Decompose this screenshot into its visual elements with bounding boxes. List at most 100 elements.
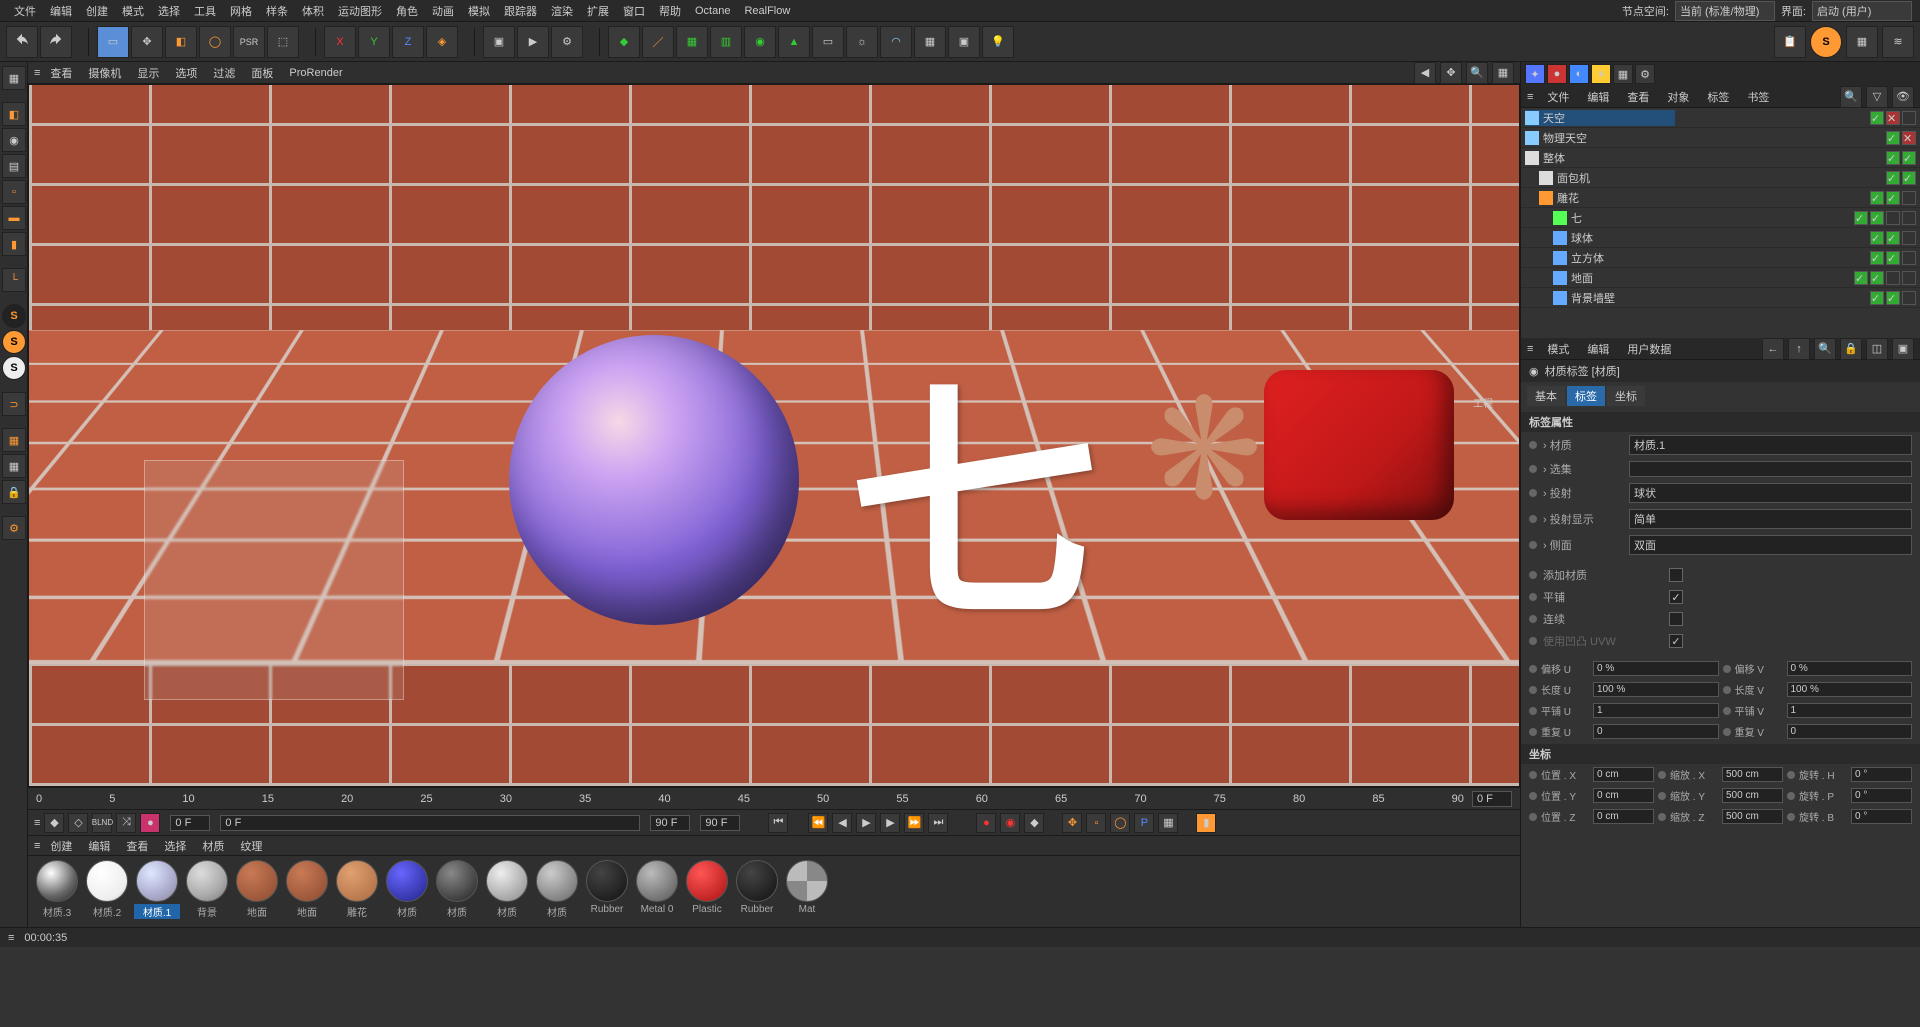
- material-swatch[interactable]: 材质.2: [84, 860, 130, 919]
- om-tag-c[interactable]: ✓: [1902, 171, 1916, 185]
- menu-文件[interactable]: 文件: [8, 1, 42, 21]
- hamburger-icon[interactable]: ≡: [1527, 343, 1533, 355]
- add-generator-button[interactable]: ▦: [676, 26, 708, 58]
- play-button[interactable]: ▶: [856, 813, 876, 833]
- attr-tab-坐标[interactable]: 坐标: [1607, 386, 1645, 406]
- om-tag-m2[interactable]: [1902, 271, 1916, 285]
- material-swatch[interactable]: 雕花: [334, 860, 380, 919]
- attr-value-投射显示[interactable]: 简单: [1629, 509, 1912, 529]
- om-tag-v[interactable]: ✓: [1854, 271, 1868, 285]
- workplane-button[interactable]: ▤: [2, 154, 26, 178]
- grid2-button[interactable]: ▦: [2, 454, 26, 478]
- s-button-1[interactable]: S: [2, 304, 26, 328]
- attr-new-icon[interactable]: ◫: [1866, 338, 1888, 360]
- menu-跟踪器[interactable]: 跟踪器: [498, 1, 543, 21]
- om-tag-c[interactable]: ✓: [1870, 211, 1884, 225]
- add-light-button[interactable]: ☼: [846, 26, 878, 58]
- hamburger-icon[interactable]: ≡: [8, 932, 14, 944]
- edge-mode-button[interactable]: ▬: [2, 206, 26, 230]
- add-field-button[interactable]: ◉: [744, 26, 776, 58]
- om-tag-v[interactable]: ✓: [1886, 131, 1900, 145]
- om-row[interactable]: 面包机✓✓: [1521, 168, 1920, 188]
- record-button[interactable]: ●: [140, 813, 160, 833]
- field-长度 U[interactable]: 100 %: [1593, 682, 1719, 697]
- field-缩放 . Z[interactable]: 500 cm: [1722, 809, 1783, 824]
- add-deformer-button[interactable]: ▥: [710, 26, 742, 58]
- redo-button[interactable]: [40, 26, 72, 58]
- material-swatch[interactable]: 材质.1: [134, 860, 180, 919]
- toggle-light-button[interactable]: 💡: [982, 26, 1014, 58]
- om-tag-c[interactable]: ✓: [1886, 291, 1900, 305]
- material-swatch[interactable]: 材质: [384, 860, 430, 919]
- magnet-button[interactable]: ⊃: [2, 392, 26, 416]
- om-row[interactable]: 整体✓✓: [1521, 148, 1920, 168]
- vp-menu-面板[interactable]: 面板: [245, 63, 279, 83]
- rs-icon-3[interactable]: ◐: [1569, 64, 1589, 84]
- field-位置 . Z[interactable]: 0 cm: [1593, 809, 1654, 824]
- vp-nav-1[interactable]: ◀: [1414, 62, 1436, 84]
- y-axis-button[interactable]: Y: [358, 26, 390, 58]
- goto-end-button[interactable]: ⏭: [928, 813, 948, 833]
- key2-button[interactable]: ◇: [68, 813, 88, 833]
- vp-menu-ProRender[interactable]: ProRender: [283, 65, 348, 81]
- timeline[interactable]: 051015202530354045505560657075808590 0 F: [28, 787, 1520, 809]
- timeline-end-field[interactable]: 0 F: [1472, 791, 1512, 807]
- om-tag-v[interactable]: ✓: [1870, 111, 1884, 125]
- field-旋转 . B[interactable]: 0 °: [1851, 809, 1912, 824]
- om-row[interactable]: 雕花✓✓: [1521, 188, 1920, 208]
- menu-角色[interactable]: 角色: [390, 1, 424, 21]
- layout-dropdown[interactable]: 启动 (用户): [1812, 1, 1912, 21]
- menu-工具[interactable]: 工具: [188, 1, 222, 21]
- material-swatch[interactable]: Mat: [784, 860, 830, 919]
- om-tag-m[interactable]: [1886, 211, 1900, 225]
- om-row[interactable]: 背景墙壁✓✓: [1521, 288, 1920, 308]
- field-平铺 U[interactable]: 1: [1593, 703, 1719, 718]
- field-重复 U[interactable]: 0: [1593, 724, 1719, 739]
- om-tag-p[interactable]: [1902, 211, 1916, 225]
- realflow-button[interactable]: ≋: [1882, 26, 1914, 58]
- matbar-menu-编辑[interactable]: 编辑: [82, 836, 116, 856]
- om-filter-icon[interactable]: ▽: [1866, 86, 1888, 108]
- poly-mode-button[interactable]: ▮: [2, 232, 26, 256]
- param-key-button[interactable]: P: [1134, 813, 1154, 833]
- texture-mode-button[interactable]: ◉: [2, 128, 26, 152]
- material-swatch[interactable]: Metal 0: [634, 860, 680, 919]
- next-key-button[interactable]: ⏩: [904, 813, 924, 833]
- field-偏移 U[interactable]: 0 %: [1593, 661, 1719, 676]
- om-row[interactable]: 七✓✓: [1521, 208, 1920, 228]
- settings-button[interactable]: ⚙: [2, 516, 26, 540]
- live-select-button[interactable]: ▭: [97, 26, 129, 58]
- attr-value-材质[interactable]: 材质.1: [1629, 435, 1912, 455]
- vp-menu-查看[interactable]: 查看: [44, 63, 78, 83]
- field-缩放 . X[interactable]: 500 cm: [1722, 767, 1783, 782]
- render-settings-button[interactable]: ⚙: [551, 26, 583, 58]
- vp-menu-显示[interactable]: 显示: [131, 63, 165, 83]
- add-volume-button[interactable]: ▣: [948, 26, 980, 58]
- hamburger-icon[interactable]: ≡: [34, 840, 40, 852]
- content-browser-button[interactable]: 📋: [1774, 26, 1806, 58]
- point-mode-button[interactable]: ▫: [2, 180, 26, 204]
- attr-menu-模式[interactable]: 模式: [1543, 340, 1573, 358]
- material-swatch[interactable]: Plastic: [684, 860, 730, 919]
- axis-button[interactable]: └: [2, 268, 26, 292]
- om-menu-编辑[interactable]: 编辑: [1583, 88, 1613, 106]
- om-tag-m[interactable]: [1886, 271, 1900, 285]
- shuffle-button[interactable]: ⤨: [116, 813, 136, 833]
- coord-sys-button[interactable]: ◈: [426, 26, 458, 58]
- menu-模拟[interactable]: 模拟: [462, 1, 496, 21]
- node-space-dropdown[interactable]: 当前 (标准/物理): [1675, 1, 1775, 21]
- field-平铺 V[interactable]: 1: [1787, 703, 1913, 718]
- checkbox-连续[interactable]: [1669, 612, 1683, 626]
- om-row[interactable]: 地面✓✓: [1521, 268, 1920, 288]
- play-cur-field[interactable]: 0 F: [220, 815, 640, 831]
- hamburger-icon[interactable]: ≡: [34, 817, 40, 829]
- menu-运动图形[interactable]: 运动图形: [332, 1, 388, 21]
- menu-Octane[interactable]: Octane: [689, 3, 736, 19]
- field-重复 V[interactable]: 0: [1787, 724, 1913, 739]
- menu-扩展[interactable]: 扩展: [581, 1, 615, 21]
- rs-icon-6[interactable]: ⚙: [1635, 64, 1655, 84]
- prev-frame-button[interactable]: ◀: [832, 813, 852, 833]
- om-tag-x[interactable]: ✕: [1886, 111, 1900, 125]
- model-mode-button[interactable]: ▦: [2, 66, 26, 90]
- matbar-menu-查看[interactable]: 查看: [120, 836, 154, 856]
